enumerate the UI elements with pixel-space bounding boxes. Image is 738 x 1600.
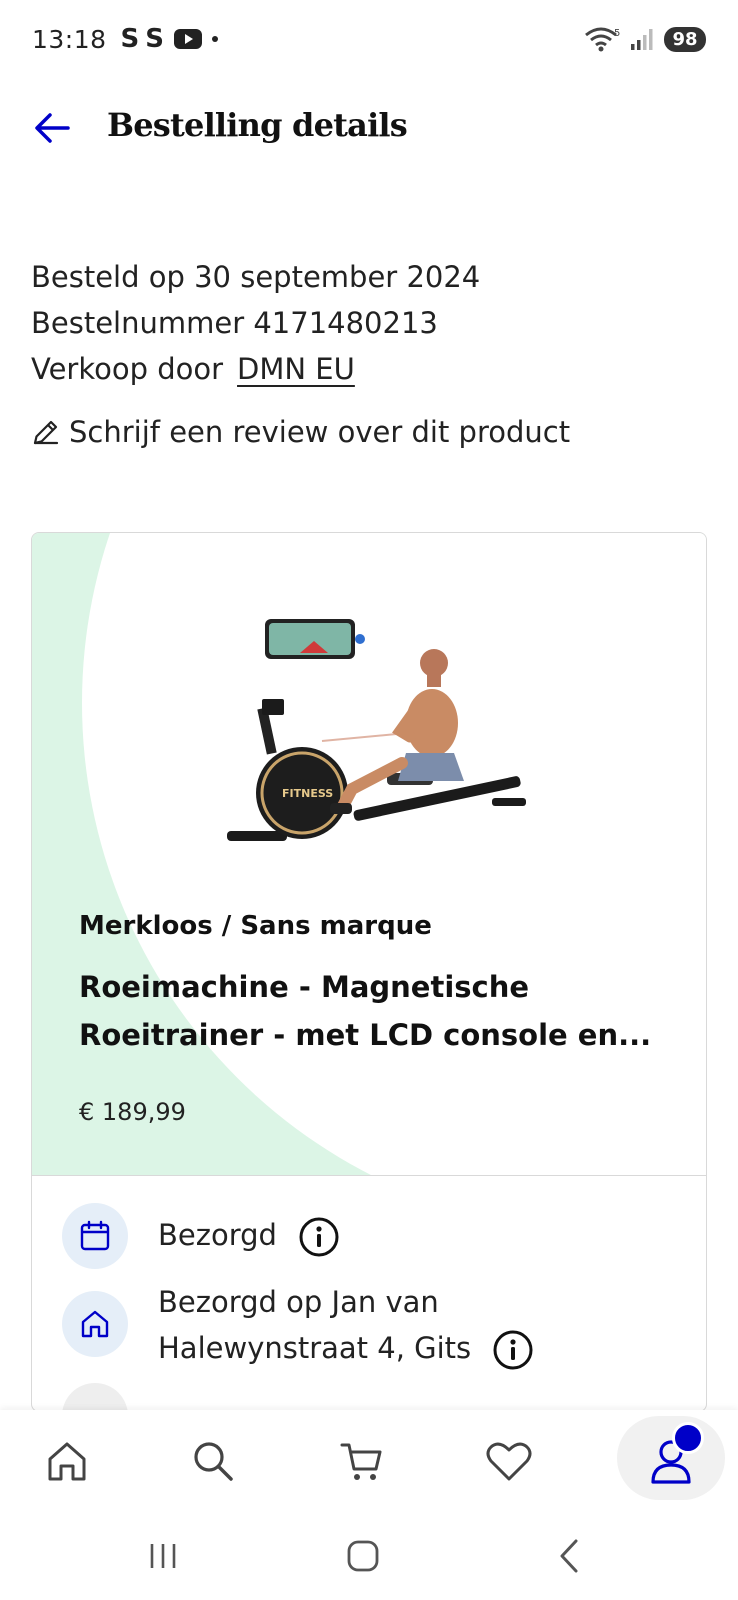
info-icon[interactable] xyxy=(492,1329,534,1371)
delivery-status: Bezorgd xyxy=(158,1203,340,1258)
nav-home[interactable] xyxy=(34,1428,100,1494)
next-status-icon-badge xyxy=(62,1383,128,1411)
delivery-status-label: Bezorgd xyxy=(158,1218,277,1252)
recent-apps-button[interactable] xyxy=(139,1534,187,1578)
delivery-status-row: Bezorgd xyxy=(62,1203,682,1269)
app-notification-icon: S xyxy=(145,24,165,54)
status-bar: 13:18 S S 5 98 xyxy=(0,0,738,78)
nav-search[interactable] xyxy=(180,1428,246,1494)
info-icon[interactable] xyxy=(298,1216,340,1258)
product-image-brand-text: FITNESS xyxy=(282,787,333,800)
delivery-address-row: Bezorgd op Jan van Halewynstraat 4, Gits xyxy=(62,1279,682,1371)
chevron-left-icon xyxy=(560,1539,578,1573)
youtube-icon xyxy=(174,29,203,49)
status-time: 13:18 xyxy=(32,24,107,54)
battery-level: 98 xyxy=(664,26,706,52)
delivery-address: Bezorgd op Jan van Halewynstraat 4, Gits xyxy=(158,1279,578,1371)
product-price: € 189,99 xyxy=(79,1098,186,1126)
calendar-icon xyxy=(80,1220,110,1251)
product-brand: Merkloos / Sans marque xyxy=(79,911,432,941)
app-notification-icon: S xyxy=(120,24,140,54)
order-date: Besteld op 30 september 2024 xyxy=(31,260,481,294)
system-back-button[interactable] xyxy=(545,1534,593,1578)
write-review-label: Schrijf een review over dit product xyxy=(69,415,571,449)
divider xyxy=(32,1175,706,1176)
calendar-icon-badge xyxy=(62,1203,128,1269)
system-navigation xyxy=(0,1514,738,1600)
home-system-button[interactable] xyxy=(339,1534,387,1578)
heart-icon xyxy=(486,1442,532,1481)
order-info: Besteld op 30 september 2024 Bestelnumme… xyxy=(31,254,711,392)
back-button[interactable] xyxy=(30,106,74,150)
home-icon xyxy=(81,1310,109,1338)
page-title: Bestelling details xyxy=(107,106,408,144)
bottom-navigation xyxy=(0,1410,738,1514)
write-review-link[interactable]: Schrijf een review over dit product xyxy=(31,415,570,449)
sold-by: Verkoop door DMN EU xyxy=(31,346,711,392)
wifi-icon: 5 xyxy=(585,27,620,52)
product-image[interactable]: FITNESS xyxy=(202,613,562,863)
page-header: Bestelling details xyxy=(0,92,738,168)
signal-icon xyxy=(631,29,653,50)
recent-apps-icon xyxy=(150,1544,176,1568)
cart-icon xyxy=(340,1443,382,1480)
nav-cart[interactable] xyxy=(329,1428,395,1494)
arrow-left-icon xyxy=(35,113,70,143)
product-hero: FITNESS Merkloos / Sans marque Roeimachi… xyxy=(32,533,706,1175)
delivery-address-label: Bezorgd op Jan van Halewynstraat 4, Gits xyxy=(158,1285,472,1365)
notification-dot xyxy=(672,1422,704,1454)
app-screen: 13:18 S S 5 98 Bestelling details Bestel… xyxy=(0,0,738,1600)
home-square-icon xyxy=(347,1540,379,1572)
home-icon-badge xyxy=(62,1291,128,1357)
wifi-badge-text: 5 xyxy=(614,28,620,39)
more-notifications-icon xyxy=(212,36,219,42)
seller-link[interactable]: DMN EU xyxy=(237,352,355,386)
sold-by-label: Verkoop door xyxy=(31,352,224,386)
product-card[interactable]: FITNESS Merkloos / Sans marque Roeimachi… xyxy=(31,532,707,1412)
home-nav-icon xyxy=(48,1442,86,1481)
status-right: 5 98 xyxy=(584,26,706,52)
search-icon xyxy=(194,1442,233,1481)
nav-wishlist[interactable] xyxy=(476,1428,542,1494)
pencil-icon xyxy=(33,420,59,445)
order-number: Bestelnummer 4171480213 xyxy=(31,306,438,340)
product-title[interactable]: Roeimachine - Magnetische Roeitrainer - … xyxy=(79,963,679,1059)
